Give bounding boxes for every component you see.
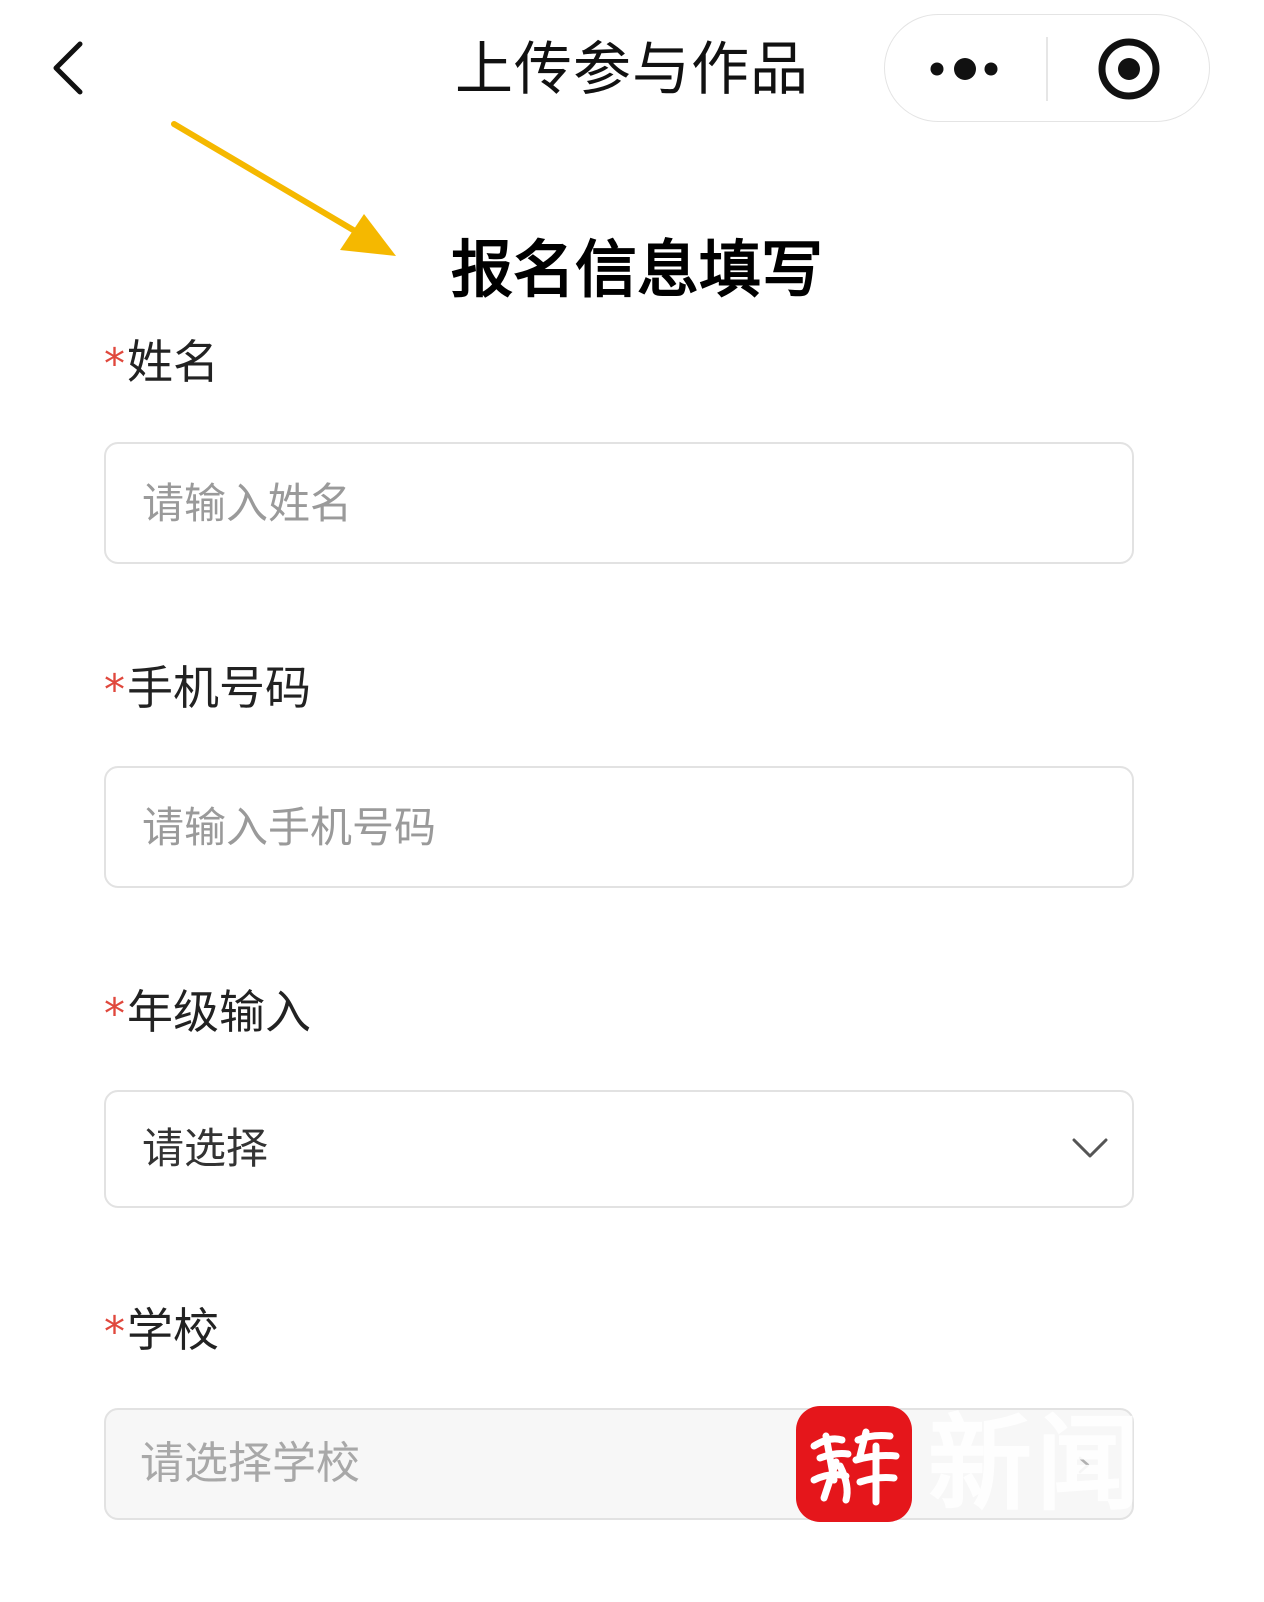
watermark-logo <box>796 1406 912 1522</box>
grade-select-value: 请选择 <box>142 1124 269 1173</box>
chevron-down-icon <box>1072 1138 1108 1158</box>
capsule-divider <box>1046 37 1048 101</box>
phone-field <box>104 766 1134 888</box>
name-label-text: 姓名 <box>127 335 219 389</box>
name-input[interactable] <box>106 444 1132 562</box>
phone-label: *手机号码 <box>104 660 311 718</box>
close-button[interactable] <box>1049 15 1209 121</box>
required-mark: * <box>104 339 125 388</box>
phone-label-text: 手机号码 <box>127 661 311 715</box>
name-field <box>104 442 1134 564</box>
more-dots-icon <box>930 58 998 80</box>
mini-program-capsule <box>884 14 1210 122</box>
watermark-text: 新闻 <box>928 1406 1145 1522</box>
school-label: *学校 <box>104 1302 219 1360</box>
watermark-logo-icon <box>810 1428 900 1506</box>
grade-select[interactable]: 请选择 <box>104 1090 1134 1208</box>
form-heading: 报名信息填写 <box>450 233 823 306</box>
grade-label-text: 年级输入 <box>127 985 311 1039</box>
more-button[interactable] <box>885 15 1045 121</box>
grade-label: *年级输入 <box>104 984 311 1042</box>
school-label-text: 学校 <box>127 1303 219 1357</box>
required-mark: * <box>104 665 125 714</box>
name-label: *姓名 <box>104 334 219 392</box>
school-select-value: 请选择学校 <box>140 1438 360 1489</box>
required-mark: * <box>104 989 125 1038</box>
target-close-icon <box>1098 38 1160 100</box>
required-mark: * <box>104 1307 125 1356</box>
phone-input[interactable] <box>106 768 1132 886</box>
